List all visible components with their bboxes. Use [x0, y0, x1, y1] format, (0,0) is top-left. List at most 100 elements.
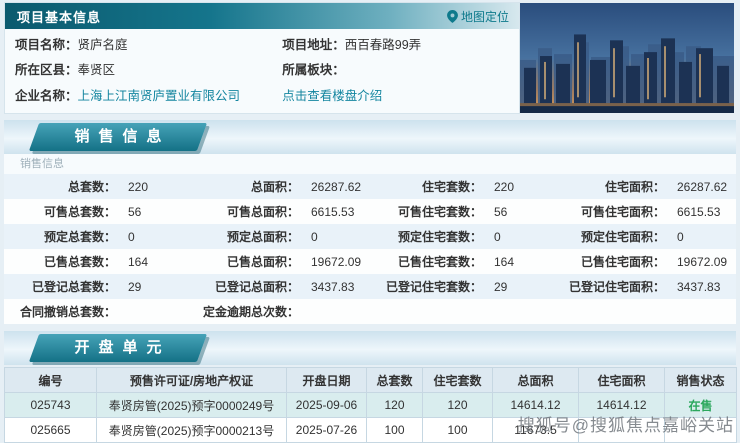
sales-field: 预定总套数： 0 — [4, 228, 187, 245]
sales-field: 预定住宅面积： 0 — [553, 228, 736, 245]
sales-field-value: 0 — [128, 229, 135, 244]
property-info-page: { "project": { "title": "项目基本信息", "map_l… — [0, 0, 740, 443]
sales-field-label: 已售总面积： — [226, 255, 299, 269]
unit-permit: 奉贤房管(2025)预字0000249号 — [96, 392, 287, 418]
sales-field-label: 已登记住宅面积： — [568, 280, 665, 294]
sales-field: 已售住宅套数： 164 — [370, 253, 553, 270]
sales-field-label: 住宅面积： — [604, 180, 665, 194]
sales-field-label: 住宅套数： — [421, 180, 482, 194]
units-col-id: 编号 — [4, 367, 97, 393]
map-pin-icon — [447, 9, 458, 23]
sales-field-value: 19672.09 — [677, 254, 728, 269]
sales-row: 预定总套数： 0 预定总面积： 0 预定住宅套数： 0 预定住宅面积： 0 — [4, 224, 736, 249]
sales-field-value: 56 — [494, 204, 508, 219]
sales-field: 可售住宅套数： 56 — [370, 203, 553, 220]
units-section-title: 开盘单元 — [74, 339, 171, 356]
sales-field: 已登记住宅面积： 3437.83 — [553, 278, 736, 295]
sales-field-value: 29 — [128, 279, 142, 294]
sales-field-value: 29 — [494, 279, 508, 294]
map-locate-label: 地图定位 — [460, 9, 509, 24]
sales-row: 可售总套数： 56 可售总面积： 6615.53 可售住宅套数： 56 可售住宅面积：… — [4, 199, 736, 224]
project-name-value: 贤庐名庭 — [77, 38, 128, 53]
project-company-link[interactable]: 上海上江南贤庐置业有限公司 — [78, 89, 241, 104]
sales-field: 预定总面积： 0 — [187, 228, 370, 245]
sales-section-band: 销售信息 — [4, 120, 736, 154]
sales-field-label: 预定住宅套数： — [397, 230, 482, 244]
sales-field-value: 0 — [677, 229, 684, 244]
sales-field-label: 可售住宅面积： — [580, 205, 665, 219]
sales-field-label: 已售总套数： — [43, 255, 116, 269]
project-fields: 项目名称： 贤庐名庭 项目地址： 西百春路99弄 所在区县： 奉贤区 所属板块：… — [5, 29, 519, 113]
sales-field-value: 0 — [311, 229, 318, 244]
sales-field-value: 164 — [494, 254, 515, 269]
sales-field-value: 19672.09 — [311, 254, 362, 269]
sales-field-label: 已登记总套数： — [31, 280, 116, 294]
unit-residential-units: 120 — [422, 392, 493, 418]
project-name-row: 项目名称： 贤庐名庭 — [5, 38, 272, 53]
sales-field-label: 可售总面积： — [226, 205, 299, 219]
sales-field: 已登记住宅套数： 29 — [370, 278, 553, 295]
sales-field-value: 26287.62 — [311, 179, 362, 194]
project-company-label: 企业名称： — [15, 88, 78, 103]
unit-open-date: 2025-07-26 — [286, 417, 367, 443]
sales-field: 已登记总面积： 3437.83 — [187, 278, 370, 295]
units-section-header: 开盘单元 — [28, 334, 208, 362]
project-block-row: 所属板块： — [272, 63, 519, 78]
sales-section-title: 销售信息 — [74, 128, 171, 145]
sales-field-label: 总套数： — [67, 180, 116, 194]
sales-row: 已售总套数： 164 已售总面积： 19672.09 已售住宅套数： 164 已售住宅… — [4, 249, 736, 274]
unit-residential-units: 100 — [422, 417, 493, 443]
unit-total-units: 120 — [366, 392, 423, 418]
project-company-row: 企业名称： 上海上江南贤庐置业有限公司 — [5, 89, 272, 104]
project-info-titlebar: 项目基本信息 地图定位 — [5, 3, 519, 29]
sales-field-value: 3437.83 — [311, 279, 355, 294]
sales-field: 住宅面积： 26287.62 — [553, 178, 736, 195]
sales-field-value: 220 — [128, 179, 149, 194]
project-district-label: 所在区县： — [15, 63, 78, 78]
sales-field: 已售总面积： 19672.09 — [187, 253, 370, 270]
sales-field-label: 可售住宅套数： — [397, 205, 482, 219]
project-address-row: 项目地址： 西百春路99弄 — [272, 38, 519, 53]
map-locate-link[interactable]: 地图定位 — [447, 8, 519, 25]
sales-row: 已登记总套数： 29 已登记总面积： 3437.83 已登记住宅套数： 29 已登记住… — [4, 274, 736, 299]
sales-field-value: 0 — [494, 229, 501, 244]
project-info-title: 项目基本信息 — [17, 9, 102, 25]
sales-field: 可售住宅面积： 6615.53 — [553, 203, 736, 220]
sales-field-value: 6615.53 — [677, 204, 721, 219]
sales-field-label: 已售住宅面积： — [580, 255, 665, 269]
project-address-label: 项目地址： — [282, 38, 345, 53]
sales-field: 定金逾期总次数： — [187, 303, 370, 320]
project-photo — [520, 3, 734, 113]
sales-field: 住宅套数： 220 — [370, 178, 553, 195]
units-col-total-units: 总套数 — [366, 367, 423, 393]
sales-field-label: 预定总套数： — [43, 230, 116, 244]
units-col-sales-status: 销售状态 — [664, 367, 737, 393]
sales-field-value: 220 — [494, 179, 515, 194]
sales-field: 已售总套数： 164 — [4, 253, 187, 270]
project-block-label: 所属板块： — [282, 63, 345, 78]
units-section-band: 开盘单元 — [4, 331, 736, 365]
project-district-row: 所在区县： 奉贤区 — [5, 63, 272, 78]
units-col-open-date: 开盘日期 — [286, 367, 367, 393]
sales-field: 预定住宅套数： 0 — [370, 228, 553, 245]
project-basic-info-section: 项目基本信息 地图定位 项目名称： 贤庐名庭 项目地址： 西百春路99弄 所在区… — [4, 2, 736, 114]
sales-field-label: 定金逾期总次数： — [202, 305, 299, 319]
units-col-residential-units: 住宅套数 — [422, 367, 493, 393]
sales-field-label: 已登记总面积： — [214, 280, 299, 294]
sales-field: 可售总套数： 56 — [4, 203, 187, 220]
sales-section-header: 销售信息 — [28, 123, 208, 151]
sales-row: 合同撤销总套数： 定金逾期总次数： — [4, 299, 736, 324]
units-col-residential-area: 住宅面积 — [578, 367, 665, 393]
project-info-panel: 项目基本信息 地图定位 项目名称： 贤庐名庭 项目地址： 西百春路99弄 所在区… — [4, 2, 520, 114]
sales-subtitle: 销售信息 — [4, 154, 736, 174]
view-intro-link[interactable]: 点击查看楼盘介绍 — [282, 89, 382, 104]
unit-id: 025665 — [4, 417, 97, 443]
project-district-value: 奉贤区 — [77, 63, 116, 78]
project-name-label: 项目名称： — [15, 38, 78, 53]
sohu-watermark: 搜狐号@搜狐焦点嘉峪关站 — [517, 416, 734, 435]
unit-permit: 奉贤房管(2025)预字0000213号 — [96, 417, 287, 443]
sales-field-label: 合同撤销总套数： — [19, 305, 116, 319]
unit-id: 025743 — [4, 392, 97, 418]
sales-field: 可售总面积： 6615.53 — [187, 203, 370, 220]
sales-field-value: 3437.83 — [677, 279, 721, 294]
